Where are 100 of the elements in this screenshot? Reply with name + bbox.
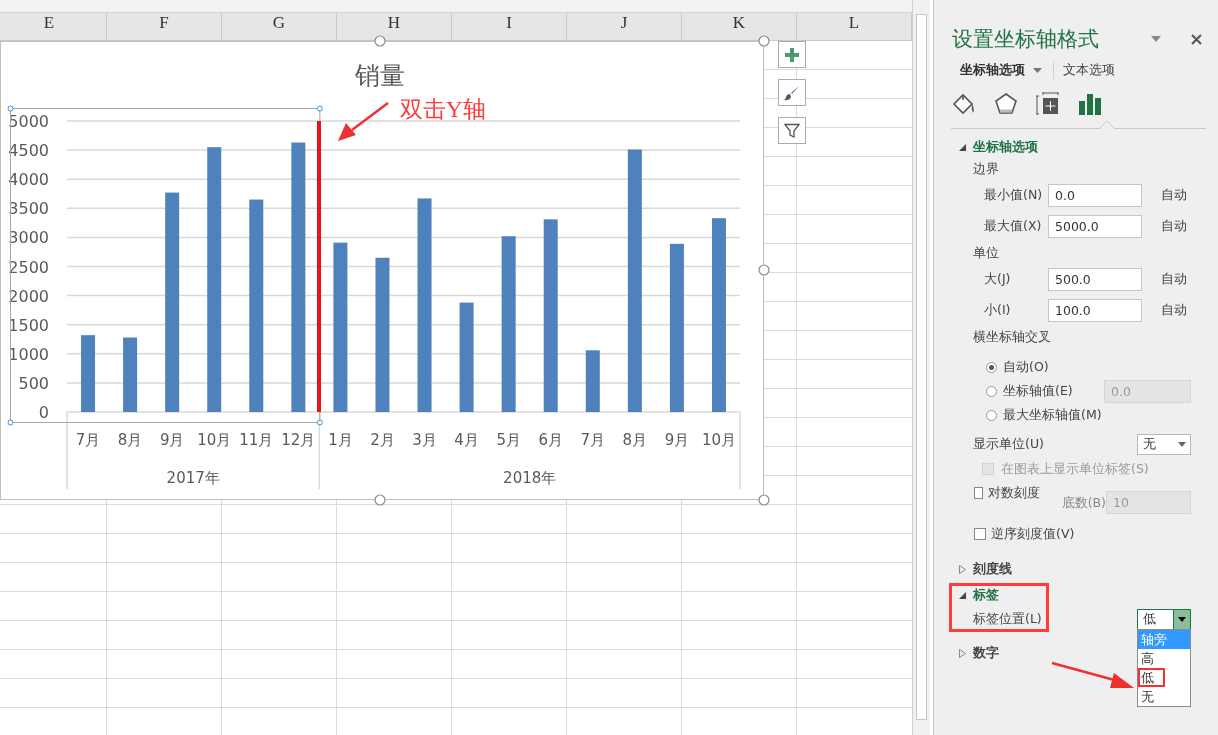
category-label: 4月 bbox=[454, 431, 479, 449]
category-label: 3月 bbox=[412, 431, 437, 449]
category-label: 1月 bbox=[328, 431, 353, 449]
input-field[interactable]: 100.0 bbox=[1048, 299, 1142, 322]
icon-tab[interactable] bbox=[1077, 91, 1103, 117]
section-header[interactable]: 标签 bbox=[973, 586, 999, 604]
axis-label: 3000 bbox=[8, 228, 49, 248]
style-button[interactable] bbox=[778, 79, 806, 106]
selection-handle[interactable] bbox=[316, 419, 323, 426]
auto-label: 自动 bbox=[1161, 302, 1187, 319]
group-label: 边界 bbox=[973, 160, 999, 178]
field-label: 大(J) bbox=[984, 271, 1012, 288]
axis-label: 4000 bbox=[8, 170, 49, 190]
auto-label: 自动 bbox=[1161, 271, 1187, 288]
tab[interactable]: 坐标轴选项 bbox=[958, 61, 1044, 79]
category-label: 5月 bbox=[496, 431, 521, 449]
category-label: 8月 bbox=[117, 431, 143, 449]
group-label: 单位 bbox=[973, 244, 999, 262]
category-label: 11月 bbox=[239, 431, 274, 449]
selection-handle[interactable] bbox=[316, 105, 323, 112]
category-label: 7月 bbox=[580, 431, 606, 449]
dropdown-option[interactable]: 无 bbox=[1138, 686, 1190, 706]
resize-handle[interactable] bbox=[758, 494, 770, 506]
pane-title: 设置坐标轴格式 bbox=[952, 26, 1100, 53]
radio-button[interactable] bbox=[986, 361, 997, 373]
category-label: 10月 bbox=[701, 431, 736, 449]
selection-handle[interactable] bbox=[7, 419, 14, 426]
column-header[interactable]: J bbox=[567, 13, 682, 40]
checkbox[interactable] bbox=[974, 528, 986, 540]
selection-handle[interactable] bbox=[7, 105, 14, 112]
resize-handle[interactable] bbox=[758, 35, 770, 47]
radio-button[interactable] bbox=[986, 409, 997, 421]
input-field[interactable]: 5000.0 bbox=[1048, 215, 1142, 238]
expand-icon[interactable] bbox=[959, 648, 966, 658]
group-label: 横坐标轴交叉 bbox=[973, 328, 1051, 346]
add-element-button[interactable] bbox=[778, 41, 806, 68]
dropdown-option[interactable]: 高 bbox=[1138, 648, 1190, 668]
input-field[interactable]: 500.0 bbox=[1048, 268, 1142, 291]
checkbox-label[interactable]: 逆序刻度值(V) bbox=[991, 525, 1075, 543]
axis-label: 3500 bbox=[8, 199, 49, 219]
size-properties-icon bbox=[1036, 92, 1060, 116]
dropdown-label: 显示单位(U) bbox=[973, 435, 1044, 453]
resize-handle[interactable] bbox=[758, 264, 770, 276]
category-label: 12月 bbox=[281, 431, 316, 449]
chart-title: 销量 bbox=[355, 61, 405, 90]
caret-icon bbox=[1033, 67, 1042, 73]
icon-tab[interactable] bbox=[993, 91, 1019, 117]
radio-label[interactable]: 坐标轴值(E) bbox=[1003, 382, 1073, 400]
auto-label: 自动 bbox=[1161, 218, 1187, 235]
icon-tab[interactable] bbox=[951, 91, 977, 117]
axis-label: 2500 bbox=[8, 257, 49, 277]
collapse-icon[interactable] bbox=[959, 591, 966, 599]
checkbox[interactable] bbox=[974, 487, 983, 499]
auto-label: 自动 bbox=[1161, 187, 1187, 204]
arrow bbox=[338, 102, 389, 141]
category-label: 9月 bbox=[664, 431, 690, 449]
category-label: 7月 bbox=[75, 431, 101, 449]
plus-icon bbox=[785, 47, 799, 62]
category-label: 10月 bbox=[197, 431, 232, 449]
caret-icon bbox=[1178, 616, 1186, 622]
category-label: 2月 bbox=[370, 431, 395, 449]
filter-icon bbox=[784, 122, 800, 139]
close-icon[interactable] bbox=[1191, 33, 1202, 45]
field-label: 小(I) bbox=[984, 302, 1012, 319]
category-label: 8月 bbox=[622, 431, 648, 449]
dropdown[interactable]: 低 bbox=[1137, 608, 1191, 630]
icon-tab[interactable] bbox=[1035, 91, 1061, 117]
field-label: 最小值(N) bbox=[984, 187, 1044, 204]
paint-bucket-icon bbox=[952, 92, 976, 116]
column-header[interactable]: G bbox=[222, 13, 337, 40]
caret-icon[interactable] bbox=[1151, 36, 1161, 42]
column-header[interactable]: E bbox=[0, 13, 107, 40]
section-header[interactable]: 数字 bbox=[973, 644, 999, 662]
axis-label: 1500 bbox=[8, 315, 49, 335]
axis-label: 500 bbox=[18, 373, 49, 393]
brush-icon bbox=[784, 84, 800, 101]
radio-label[interactable]: 自动(O) bbox=[1003, 358, 1049, 376]
checkbox-label[interactable]: 对数刻度 bbox=[987, 485, 1040, 502]
collapse-icon[interactable] bbox=[959, 143, 966, 151]
filter-button[interactable] bbox=[778, 117, 806, 144]
column-header[interactable]: F bbox=[107, 13, 222, 40]
section-header[interactable]: 坐标轴选项 bbox=[973, 138, 1038, 156]
axis-label: 0 bbox=[38, 403, 49, 422]
axis-label: 4500 bbox=[8, 141, 49, 161]
dropdown-label: 标签位置(L) bbox=[973, 610, 1042, 628]
input-field[interactable]: 0.0 bbox=[1048, 184, 1142, 207]
resize-handle[interactable] bbox=[374, 35, 386, 47]
expand-icon[interactable] bbox=[959, 564, 966, 574]
radio-button[interactable] bbox=[986, 385, 997, 397]
axis-label: 2000 bbox=[8, 286, 49, 306]
category-label: 6月 bbox=[538, 431, 563, 449]
annotation-text: 双击Y轴 bbox=[400, 97, 486, 122]
section-header[interactable]: 刻度线 bbox=[973, 560, 1012, 578]
column-header[interactable]: I bbox=[452, 13, 567, 40]
radio-label[interactable]: 最大坐标轴值(M) bbox=[1003, 406, 1102, 424]
tab[interactable]: 文本选项 bbox=[1061, 61, 1117, 79]
resize-handle[interactable] bbox=[374, 494, 386, 506]
dropdown-option[interactable]: 低 bbox=[1138, 667, 1165, 687]
dropdown[interactable]: 无 bbox=[1137, 433, 1191, 455]
scrollbar-thumb[interactable] bbox=[916, 14, 927, 720]
